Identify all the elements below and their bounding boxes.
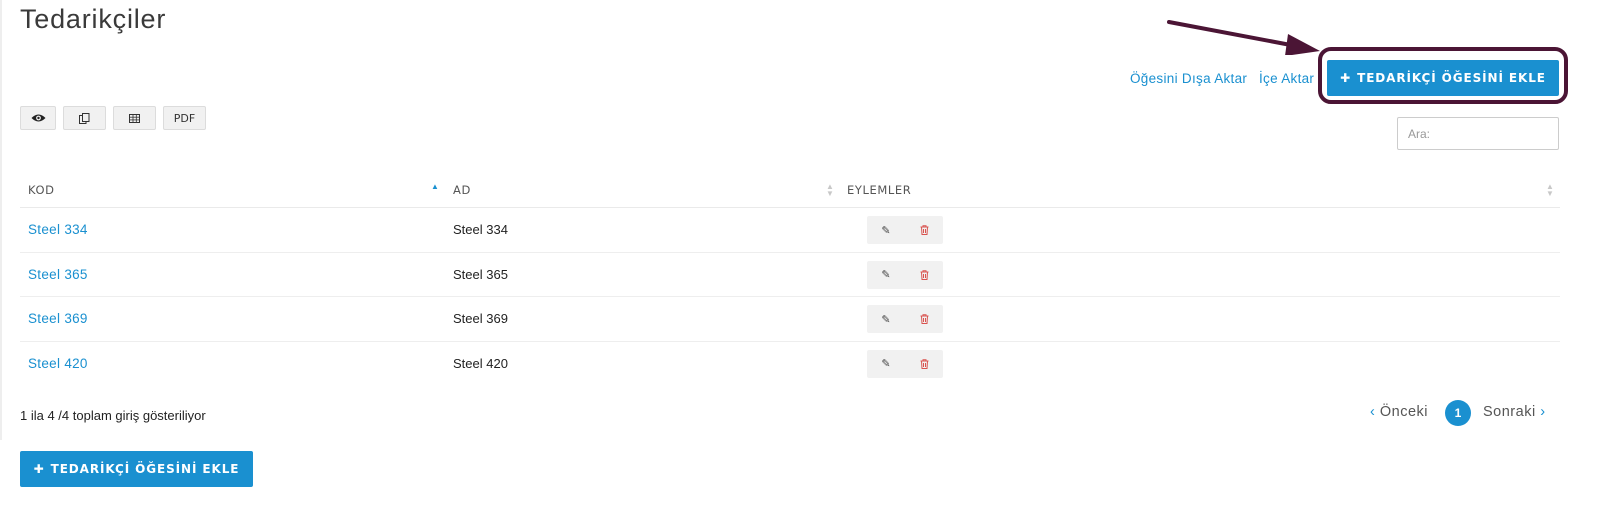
edit-icon: ✎ [881, 358, 891, 370]
copy-icon [79, 112, 90, 124]
suppliers-table: KOD ▲ AD ▲ ▼ EYLEMLER ▲ ▼ Steel 334 Steel … [20, 172, 1560, 386]
next-label: Sonraki [1483, 404, 1536, 420]
sort-ascending-icon[interactable]: ▲ [430, 183, 440, 191]
edit-button[interactable]: ✎ [867, 350, 905, 378]
table-row: Steel 420 Steel 420 ✎ [20, 342, 1560, 387]
export-link[interactable]: Öğesini Dışa Aktar [1130, 71, 1247, 86]
row-actions: ✎ [867, 216, 943, 244]
column-header-code[interactable]: KOD [28, 183, 55, 197]
supplier-code-link[interactable]: Steel 420 [28, 356, 88, 371]
plus-icon: ✚ [1340, 71, 1352, 85]
export-toolbar: PDF [20, 106, 206, 130]
add-supplier-button-top[interactable]: ✚ TEDARİKÇİ ÖĞESİNİ EKLE [1327, 60, 1559, 96]
copy-button[interactable] [63, 106, 106, 130]
column-header-actions[interactable]: EYLEMLER [847, 183, 911, 197]
delete-button[interactable] [905, 350, 943, 378]
table-row: Steel 369 Steel 369 ✎ [20, 297, 1560, 342]
import-link[interactable]: İçe Aktar [1259, 71, 1314, 86]
next-page-link[interactable]: Sonraki › [1483, 404, 1546, 420]
excel-button[interactable] [113, 106, 156, 130]
column-header-name[interactable]: AD [453, 183, 471, 197]
table-row: Steel 334 Steel 334 ✎ [20, 208, 1560, 253]
supplier-name: Steel 369 [453, 311, 508, 326]
supplier-code-link[interactable]: Steel 365 [28, 267, 88, 282]
row-actions: ✎ [867, 260, 943, 289]
edit-icon: ✎ [881, 313, 891, 326]
row-actions: ✎ [867, 349, 943, 378]
eye-icon [31, 114, 45, 122]
delete-button[interactable] [905, 216, 943, 244]
annotation-arrow [1167, 20, 1320, 55]
trash-icon [920, 314, 928, 324]
edit-icon: ✎ [881, 224, 891, 237]
trash-icon [920, 269, 928, 280]
search-input[interactable] [1397, 117, 1559, 150]
sort-icon[interactable]: ▲ ▼ [825, 183, 835, 198]
delete-button[interactable] [905, 261, 943, 289]
supplier-code-link[interactable]: Steel 369 [28, 311, 88, 326]
edit-icon: ✎ [881, 269, 891, 281]
column-visibility-button[interactable] [20, 106, 56, 130]
add-supplier-label: TEDARİKÇİ ÖĞESİNİ EKLE [1357, 71, 1546, 85]
chevron-left-icon: ‹ [1370, 404, 1376, 420]
add-supplier-label: TEDARİKÇİ ÖĞESİNİ EKLE [50, 462, 240, 476]
pdf-button[interactable]: PDF [163, 106, 206, 130]
edit-button[interactable]: ✎ [867, 216, 905, 244]
table-icon [129, 113, 140, 123]
page-number-button[interactable]: 1 [1445, 400, 1471, 426]
plus-icon: ✚ [33, 462, 45, 476]
table-row: Steel 365 Steel 365 ✎ [20, 253, 1560, 297]
supplier-name: Steel 334 [453, 222, 508, 237]
page-title: Tedarikçiler [20, 4, 167, 34]
trash-icon [920, 358, 928, 369]
chevron-right-icon: › [1540, 404, 1546, 420]
supplier-name: Steel 420 [453, 355, 508, 371]
previous-page-link[interactable]: ‹ Önceki [1370, 404, 1428, 420]
supplier-name: Steel 365 [453, 266, 508, 282]
add-supplier-button-bottom[interactable]: ✚ TEDARİKÇİ ÖĞESİNİ EKLE [20, 451, 253, 487]
edit-button[interactable]: ✎ [867, 261, 905, 289]
edit-button[interactable]: ✎ [867, 305, 905, 333]
trash-icon [920, 225, 928, 235]
delete-button[interactable] [905, 305, 943, 333]
row-actions: ✎ [867, 305, 943, 333]
table-header: KOD ▲ AD ▲ ▼ EYLEMLER ▲ ▼ [20, 172, 1560, 208]
sort-icon[interactable]: ▲ ▼ [1545, 183, 1555, 198]
supplier-code-link[interactable]: Steel 334 [28, 222, 88, 237]
previous-label: Önceki [1379, 404, 1429, 420]
left-divider [0, 0, 2, 440]
table-info-text: 1 ila 4 /4 toplam giriş gösteriliyor [20, 408, 206, 423]
